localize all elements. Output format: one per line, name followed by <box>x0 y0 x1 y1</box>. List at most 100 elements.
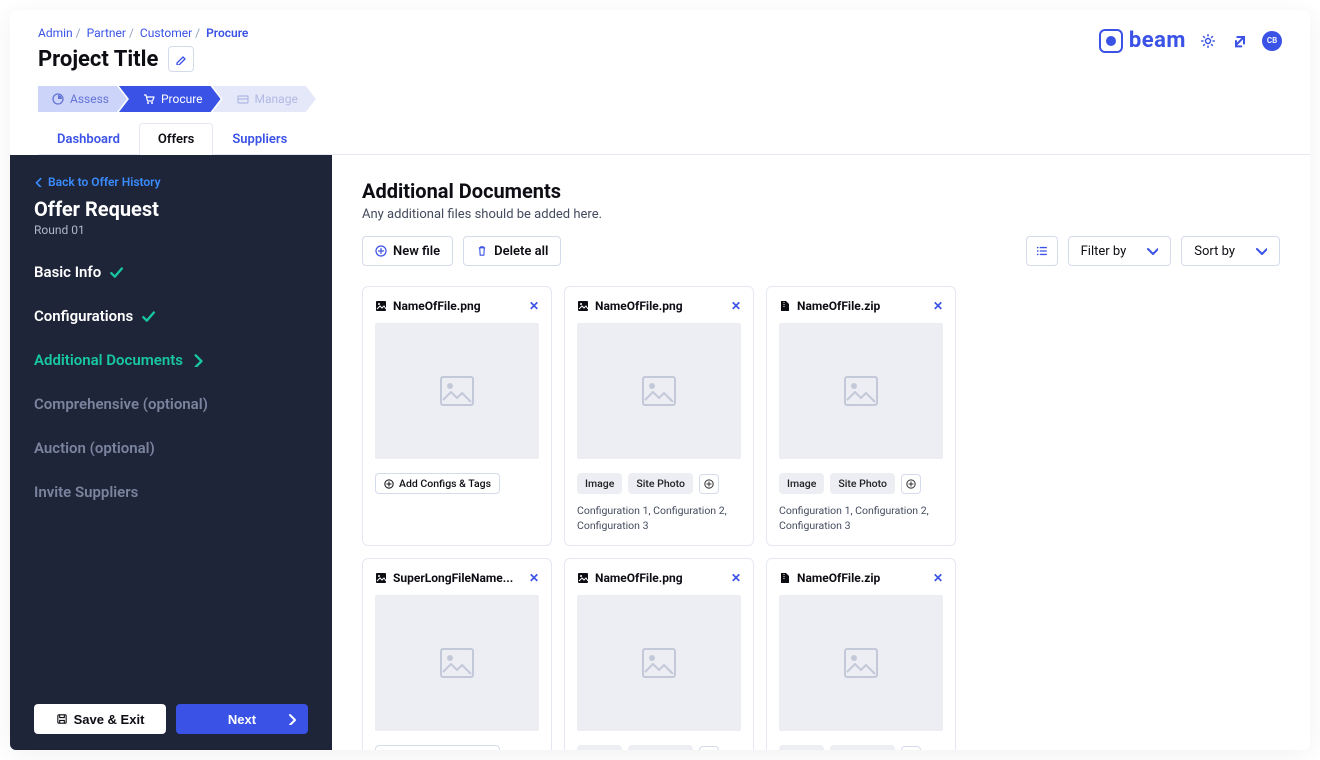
new-file-button[interactable]: New file <box>362 236 453 266</box>
tag-image[interactable]: Image <box>779 745 824 750</box>
add-tag-button[interactable] <box>901 746 921 750</box>
phase-manage[interactable]: Manage <box>213 86 316 112</box>
add-tag-button[interactable] <box>699 474 719 494</box>
sidebar-item-additional-documents[interactable]: Additional Documents <box>34 351 308 369</box>
brand-logo: beam <box>1099 28 1186 53</box>
tag-site-photo[interactable]: Site Photo <box>830 745 895 750</box>
sidebar-item-auction[interactable]: Auction (optional) <box>34 439 308 457</box>
save-exit-button[interactable]: Save & Exit <box>34 704 166 734</box>
gear-icon <box>1200 33 1216 49</box>
add-configs-tags-button[interactable]: Add Configs & Tags <box>375 745 500 750</box>
image-placeholder-icon <box>440 648 474 678</box>
sort-by-dropdown[interactable]: Sort by <box>1181 236 1280 266</box>
tag-site-photo[interactable]: Site Photo <box>628 745 693 750</box>
file-image-icon <box>577 300 589 312</box>
manage-icon <box>237 93 249 105</box>
delete-all-button[interactable]: Delete all <box>463 236 561 266</box>
chevron-down-icon <box>1146 245 1158 257</box>
list-icon <box>1036 245 1048 257</box>
sidebar-item-invite-suppliers[interactable]: Invite Suppliers <box>34 483 308 501</box>
tag-image[interactable]: Image <box>577 745 622 750</box>
tab-suppliers[interactable]: Suppliers <box>213 123 306 155</box>
remove-file-button[interactable]: ✕ <box>529 299 539 313</box>
sidebar: Back to Offer History Offer Request Roun… <box>10 155 332 750</box>
phase-stepper: Assess Procure Manage <box>38 86 1310 112</box>
plus-circle-icon <box>906 479 916 489</box>
pencil-icon <box>175 53 187 65</box>
remove-file-button[interactable]: ✕ <box>933 571 943 585</box>
crumb-admin[interactable]: Admin <box>38 26 73 40</box>
file-thumbnail[interactable] <box>375 323 539 459</box>
tag-image[interactable]: Image <box>577 473 622 494</box>
chevron-left-icon <box>34 177 44 187</box>
sidebar-subtitle: Round 01 <box>34 223 308 237</box>
add-tag-button[interactable] <box>699 746 719 750</box>
sidebar-item-comprehensive[interactable]: Comprehensive (optional) <box>34 395 308 413</box>
tab-offers[interactable]: Offers <box>139 123 213 155</box>
main-subtitle: Any additional files should be added her… <box>362 207 1280 222</box>
file-thumbnail[interactable] <box>779 323 943 459</box>
file-name: NameOfFile.png <box>393 299 523 313</box>
file-card: NameOfFile.zip ✕ Image Site Photo Config… <box>766 286 956 546</box>
file-card: NameOfFile.png ✕ Add Configs & Tags <box>362 286 552 546</box>
remove-file-button[interactable]: ✕ <box>529 571 539 585</box>
tab-dashboard[interactable]: Dashboard <box>38 123 139 155</box>
image-placeholder-icon <box>642 376 676 406</box>
file-name: NameOfFile.png <box>595 571 725 585</box>
sidebar-item-basic-info[interactable]: Basic Info <box>34 263 308 281</box>
file-name: NameOfFile.zip <box>797 299 927 313</box>
remove-file-button[interactable]: ✕ <box>933 299 943 313</box>
phase-procure[interactable]: Procure <box>119 86 221 112</box>
main-content: Additional Documents Any additional file… <box>332 155 1310 750</box>
page-title: Project Title <box>38 47 158 72</box>
filter-by-dropdown[interactable]: Filter by <box>1068 236 1172 266</box>
tag-site-photo[interactable]: Site Photo <box>628 473 693 494</box>
breadcrumb: Admin/ Partner/ Customer/ Procure <box>38 26 1099 40</box>
file-thumbnail[interactable] <box>375 595 539 731</box>
save-icon <box>56 713 68 725</box>
settings-button[interactable] <box>1198 31 1218 51</box>
plus-circle-icon <box>704 479 714 489</box>
brand-name: beam <box>1129 28 1186 53</box>
file-thumbnail[interactable] <box>779 595 943 731</box>
file-thumbnail[interactable] <box>577 323 741 459</box>
external-link-icon <box>1232 33 1248 49</box>
file-card: NameOfFile.png ✕ Image Site Photo Config… <box>564 286 754 546</box>
file-card: NameOfFile.png ✕ Image Site Photo <box>564 558 754 750</box>
check-icon <box>109 265 123 279</box>
remove-file-button[interactable]: ✕ <box>731 299 741 313</box>
edit-title-button[interactable] <box>168 46 194 72</box>
config-summary: Configuration 1, Configuration 2, Config… <box>779 504 943 533</box>
file-thumbnail[interactable] <box>577 595 741 731</box>
view-list-button[interactable] <box>1026 236 1058 266</box>
back-to-offer-history-link[interactable]: Back to Offer History <box>34 175 308 189</box>
crumb-partner[interactable]: Partner <box>87 26 126 40</box>
file-grid: NameOfFile.png ✕ Add Configs & Tags Name… <box>362 286 1280 750</box>
sidebar-item-configurations[interactable]: Configurations <box>34 307 308 325</box>
add-configs-tags-button[interactable]: Add Configs & Tags <box>375 473 500 494</box>
phase-assess[interactable]: Assess <box>38 86 127 112</box>
crumb-procure[interactable]: Procure <box>206 26 248 40</box>
file-name: SuperLongFileName... <box>393 571 523 585</box>
check-icon <box>141 309 155 323</box>
tag-site-photo[interactable]: Site Photo <box>830 473 895 494</box>
avatar[interactable]: CB <box>1262 31 1282 51</box>
trash-icon <box>476 245 488 257</box>
remove-file-button[interactable]: ✕ <box>731 571 741 585</box>
chevron-right-icon <box>286 713 298 725</box>
open-external-button[interactable] <box>1230 31 1250 51</box>
add-tag-button[interactable] <box>901 474 921 494</box>
file-card: SuperLongFileName... ✕ Add Configs & Tag… <box>362 558 552 750</box>
tag-image[interactable]: Image <box>779 473 824 494</box>
config-summary: Configuration 1, Configuration 2, Config… <box>577 504 741 533</box>
next-button[interactable]: Next <box>176 704 308 734</box>
file-name: NameOfFile.zip <box>797 571 927 585</box>
file-image-icon <box>375 300 387 312</box>
main-title: Additional Documents <box>362 179 1280 203</box>
chevron-right-icon <box>191 353 205 367</box>
crumb-customer[interactable]: Customer <box>140 26 192 40</box>
tabs: Dashboard Offers Suppliers <box>38 122 1310 155</box>
cart-icon <box>143 93 155 105</box>
file-card: NameOfFile.zip ✕ Image Site Photo <box>766 558 956 750</box>
plus-circle-icon <box>384 479 394 489</box>
